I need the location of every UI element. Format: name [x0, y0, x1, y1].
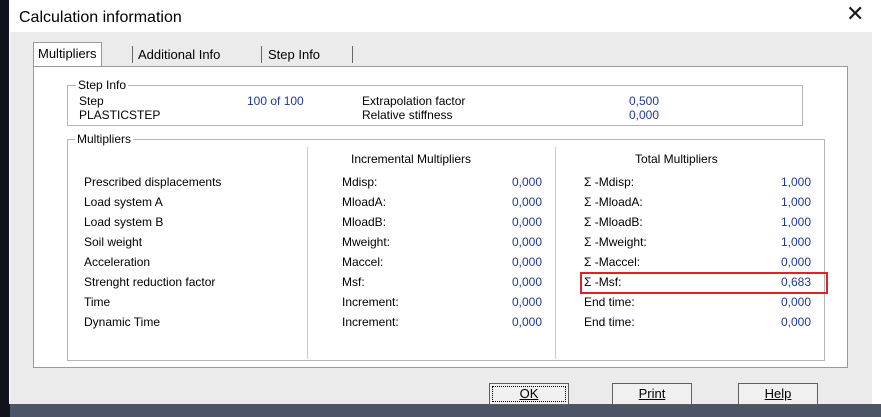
row-label: Soil weight	[84, 235, 143, 249]
total-name: Σ -MloadB:	[584, 215, 643, 229]
incremental-name: Increment:	[342, 315, 399, 329]
incremental-name: Mdisp:	[342, 175, 378, 189]
incremental-name: MloadB:	[342, 215, 387, 229]
extrapolation-factor-label: Extrapolation factor	[362, 94, 466, 108]
total-value: 1,000	[780, 195, 811, 209]
total-value: 0,000	[780, 255, 811, 269]
window-bottom-edge	[10, 404, 881, 417]
multipliers-legend: Multipliers	[75, 132, 134, 146]
help-button[interactable]: Help	[738, 383, 818, 405]
row-label: Load system B	[84, 215, 164, 229]
step-type: PLASTICSTEP	[79, 108, 161, 122]
total-value: 0,000	[780, 295, 811, 309]
extrapolation-factor-value: 0,500	[629, 94, 660, 108]
total-name: Σ -Msf:	[584, 275, 622, 289]
incremental-value: 0,000	[511, 235, 542, 249]
step-label: Step	[79, 94, 104, 108]
window-title: Calculation information	[19, 9, 182, 26]
tab-separator	[261, 46, 262, 63]
row-label: Strenght reduction factor	[84, 275, 216, 289]
ok-button[interactable]: OK	[489, 383, 569, 405]
total-name: End time:	[584, 295, 635, 309]
step-info-legend: Step Info	[76, 78, 129, 92]
title-bar: Calculation information ✕	[9, 0, 881, 32]
tab-step-info[interactable]: Step Info	[264, 44, 324, 66]
incremental-name: Msf:	[342, 275, 365, 289]
step-value: 100 of 100	[247, 94, 304, 108]
incremental-value: 0,000	[511, 175, 542, 189]
close-icon[interactable]: ✕	[846, 3, 864, 25]
total-value: 1,000	[780, 215, 811, 229]
row-label: Prescribed displacements	[84, 175, 222, 189]
incremental-name: Increment:	[342, 295, 399, 309]
tab-multipliers[interactable]: Multipliers	[33, 42, 102, 68]
total-name: End time:	[584, 315, 635, 329]
total-value: 0,000	[780, 315, 811, 329]
relative-stiffness-label: Relative stiffness	[362, 108, 453, 122]
incremental-value: 0,000	[511, 295, 542, 309]
total-value: 0,683	[780, 275, 811, 289]
total-value: 1,000	[780, 175, 811, 189]
tab-additional-info[interactable]: Additional Info	[134, 44, 224, 66]
row-label: Load system A	[84, 195, 163, 209]
relative-stiffness-value: 0,000	[629, 108, 660, 122]
print-button[interactable]: Print	[612, 383, 692, 405]
multipliers-group	[67, 139, 825, 361]
row-label: Acceleration	[84, 255, 151, 269]
print-button-label: Print	[638, 386, 666, 401]
incremental-name: Maccel:	[342, 255, 384, 269]
ok-button-label: OK	[519, 386, 539, 401]
row-label: Time	[84, 295, 111, 309]
incremental-value: 0,000	[511, 215, 542, 229]
total-value: 1,000	[780, 235, 811, 249]
incremental-multipliers-header: Incremental Multipliers	[351, 152, 472, 166]
incremental-value: 0,000	[511, 275, 542, 289]
multipliers-panel: Step Info Step 100 of 100 PLASTICSTEP Ex…	[33, 66, 848, 368]
tab-separator	[352, 46, 353, 63]
column-divider	[555, 147, 556, 359]
total-name: Σ -Mdisp:	[584, 175, 635, 189]
incremental-value: 0,000	[511, 315, 542, 329]
row-label: Dynamic Time	[84, 315, 161, 329]
incremental-value: 0,000	[511, 195, 542, 209]
column-divider	[307, 147, 308, 359]
tab-separator	[132, 46, 133, 63]
help-button-label: Help	[764, 386, 792, 401]
total-name: Σ -Mweight:	[584, 235, 647, 249]
incremental-value: 0,000	[511, 255, 542, 269]
total-multipliers-header: Total Multipliers	[635, 152, 718, 166]
incremental-name: MloadA:	[342, 195, 387, 209]
total-name: Σ -MloadA:	[584, 195, 643, 209]
incremental-name: Mweight:	[342, 235, 391, 249]
total-name: Σ -Maccel:	[584, 255, 641, 269]
